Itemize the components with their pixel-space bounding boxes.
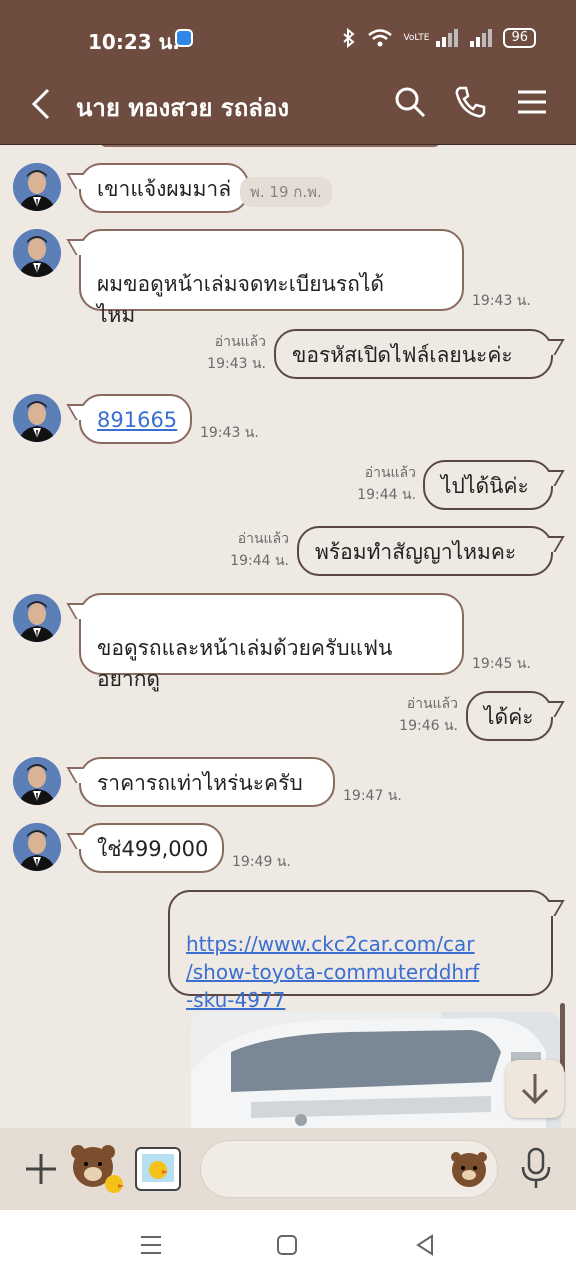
message-time: 19:46 น.	[399, 718, 458, 735]
message-bubble[interactable]: ราคารถเท่าไหร่นะครับ	[79, 757, 335, 807]
avatar[interactable]	[13, 163, 61, 211]
status-bar: 10:23 น. VoLTE 96	[0, 0, 576, 70]
microphone-icon[interactable]	[516, 1146, 556, 1190]
message-link[interactable]: 891665	[97, 408, 177, 432]
message-time: 19:44 น.	[357, 487, 416, 504]
recent-apps-icon[interactable]	[136, 1230, 166, 1260]
message-time: 19:43 น.	[200, 425, 259, 441]
message-text: ขอดูรถและหน้าเล่มด้วยครับแฟน อยากดู	[97, 636, 393, 691]
message-text: ใช่499,000	[97, 837, 209, 861]
phone-icon[interactable]	[452, 84, 488, 120]
message-bubble[interactable]: ไปได้นิค่ะ	[423, 460, 553, 510]
message-text: ขอรหัสเปิดไฟล์เลยนะค่ะ	[292, 343, 513, 367]
message-bubble[interactable]: ผมขอดูหน้าเล่มจดทะเบียนรถได้ ไหม	[79, 229, 464, 327]
message-link[interactable]: https://www.ckc2car.com/car /show-toyota…	[186, 932, 479, 1012]
message-bubble[interactable]: 891665	[79, 394, 192, 444]
message-time: 19:43 น.	[472, 293, 531, 309]
menu-icon[interactable]	[514, 84, 550, 120]
date-pill: พ. 19 ก.พ.	[240, 177, 332, 207]
back-nav-icon[interactable]	[410, 1230, 440, 1260]
message-bubble[interactable]: ใช่499,000	[79, 823, 224, 873]
battery-indicator: 96	[503, 28, 536, 48]
avatar[interactable]	[13, 594, 61, 642]
bluetooth-icon	[343, 28, 356, 48]
scroll-to-bottom-button[interactable]	[506, 1060, 564, 1118]
read-label: อ่านแล้ว	[237, 531, 289, 547]
message-bubble[interactable]: เขาแจ้งผมมาล่	[79, 163, 250, 213]
plus-icon[interactable]	[22, 1150, 60, 1188]
message-time: 19:47 น.	[343, 788, 402, 804]
read-receipt: อ่านแล้ว 19:43 น.	[200, 331, 266, 376]
message-bubble[interactable]: ขอดูรถและหน้าเล่มด้วยครับแฟน อยากดู	[79, 593, 464, 691]
search-icon[interactable]	[392, 84, 428, 120]
system-nav-bar	[0, 1210, 576, 1280]
message-time: 19:49 น.	[232, 854, 291, 870]
message-bubble[interactable]: ได้ค่ะ	[466, 691, 553, 741]
volte-label: VoLTE	[403, 32, 430, 43]
wifi-icon	[368, 29, 393, 47]
message-text: ผมขอดูหน้าเล่มจดทะเบียนรถได้ ไหม	[97, 272, 385, 327]
read-receipt: อ่านแล้ว 19:44 น.	[223, 528, 289, 573]
status-icons: VoLTE 96	[341, 28, 536, 48]
message-text: เขาแจ้งผมมาล่	[97, 177, 232, 201]
avatar[interactable]	[13, 229, 61, 277]
back-arrow-icon[interactable]	[28, 86, 58, 122]
read-label: อ่านแล้ว	[406, 696, 458, 712]
message-bubble[interactable]: พร้อมทำสัญญาไหมคะ	[297, 526, 553, 576]
emoji-icon[interactable]	[448, 1148, 490, 1190]
signal-icon	[436, 29, 459, 47]
status-time: 10:23 น.	[88, 30, 180, 54]
gallery-icon[interactable]	[132, 1144, 184, 1194]
message-time: 19:43 น.	[207, 356, 266, 373]
avatar[interactable]	[13, 823, 61, 871]
notification-icon	[175, 29, 193, 47]
message-text: ไปได้นิค่ะ	[441, 474, 529, 498]
chat-header: นาย ทองสวย รถล่อง	[0, 70, 576, 145]
avatar[interactable]	[13, 757, 61, 805]
home-icon[interactable]	[272, 1230, 302, 1260]
input-bar	[0, 1128, 576, 1210]
read-label: อ่านแล้ว	[364, 465, 416, 481]
message-text: ราคารถเท่าไหร่นะครับ	[97, 771, 303, 795]
read-label: อ่านแล้ว	[214, 334, 266, 350]
previous-bubble-edge	[100, 145, 440, 147]
read-receipt: อ่านแล้ว 19:44 น.	[350, 462, 416, 507]
message-text: ได้ค่ะ	[484, 705, 534, 729]
avatar[interactable]	[13, 394, 61, 442]
message-bubble[interactable]: ขอรหัสเปิดไฟล์เลยนะค่ะ	[274, 329, 553, 379]
message-time: 19:45 น.	[472, 656, 531, 672]
signal-icon-2	[470, 29, 493, 47]
chat-title: นาย ทองสวย รถล่อง	[76, 94, 290, 122]
sticker-icon[interactable]	[68, 1140, 126, 1198]
chat-area[interactable]: เขาแจ้งผมมาล่ พ. 19 ก.พ. ผมขอดูหน้าเล่มจ…	[0, 145, 576, 1128]
link-bubble[interactable]: https://www.ckc2car.com/car /show-toyota…	[168, 890, 553, 1012]
read-receipt: อ่านแล้ว 19:46 น.	[392, 693, 458, 738]
message-time: 19:44 น.	[230, 553, 289, 570]
message-text: พร้อมทำสัญญาไหมคะ	[315, 540, 517, 564]
